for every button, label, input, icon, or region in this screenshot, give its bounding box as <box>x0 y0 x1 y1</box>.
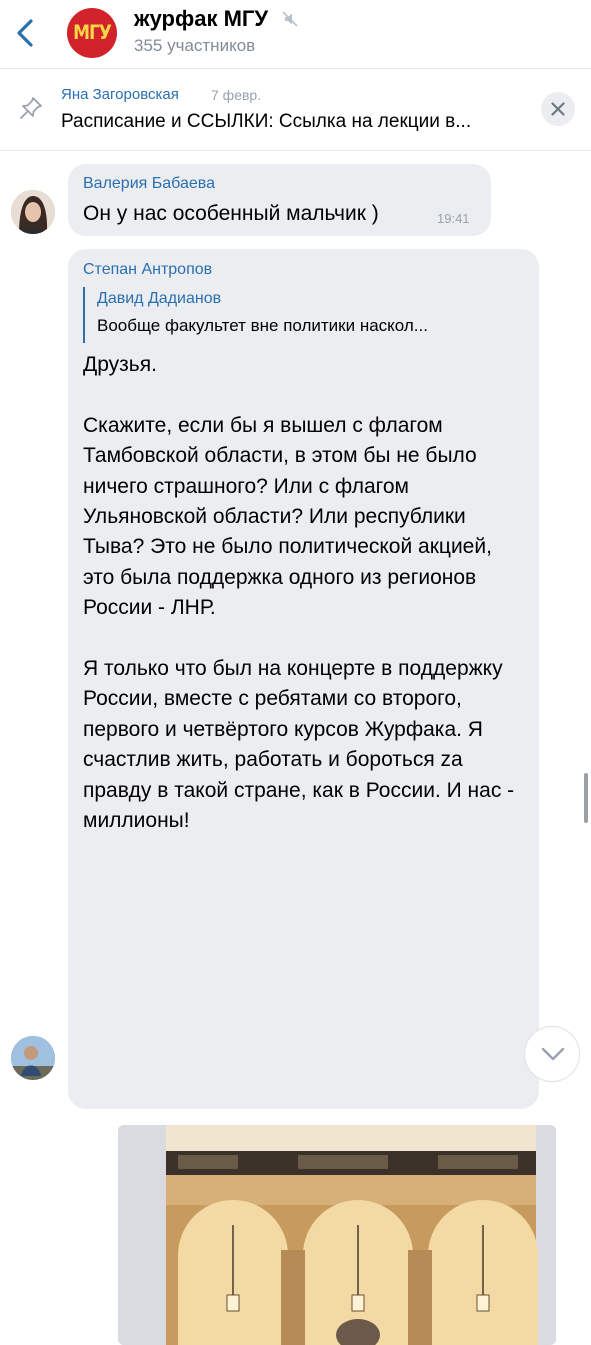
pinned-message-bar[interactable]: Яна Загоровская 7 февр. Расписание и ССЫ… <box>0 69 591 151</box>
chevron-down-icon <box>541 1047 565 1061</box>
pinned-date: 7 февр. <box>211 87 262 103</box>
avatar-photo <box>11 1036 55 1080</box>
pinned-close-button[interactable] <box>541 92 575 126</box>
avatar[interactable] <box>11 1036 55 1080</box>
message-paragraph: Скажите, если бы я вышел с флагом Тамбов… <box>83 413 492 620</box>
message-paragraph: Я только что был на концерте в поддержку… <box>83 657 515 833</box>
avatar-photo <box>11 190 55 234</box>
chat-avatar[interactable]: МГУ <box>67 8 117 58</box>
pinned-author: Яна Загоровская <box>61 86 179 103</box>
chat-header: МГУ журфак МГУ 355 участников <box>0 0 591 69</box>
pinned-text: Расписание и ССЫЛКИ: Ссылка на лекции в.… <box>61 111 472 132</box>
pin-icon <box>20 97 42 119</box>
photo-attachment[interactable] <box>118 1125 556 1345</box>
scrollbar-handle[interactable] <box>584 773 588 823</box>
reply-text: Вообще факультет вне политики наскол... <box>97 316 428 335</box>
chat-avatar-logo: МГУ <box>73 21 112 45</box>
reply-author: Давид Дадианов <box>97 290 222 307</box>
message-bubble[interactable]: Валерия Бабаева Он у нас особенный мальч… <box>68 164 491 236</box>
message-text: Он у нас особенный мальчик ) <box>83 202 379 225</box>
muted-icon <box>282 11 298 27</box>
message-text: Друзья. Скажите, если бы я вышел с флаго… <box>83 350 523 836</box>
avatar[interactable] <box>11 190 55 234</box>
chat-title[interactable]: журфак МГУ <box>134 6 268 32</box>
reply-quote[interactable]: Давид Дадианов Вообще факультет вне поли… <box>83 287 515 343</box>
message-author[interactable]: Валерия Бабаева <box>83 175 215 193</box>
message-paragraph: Друзья. <box>83 353 157 376</box>
chevron-left-icon[interactable] <box>12 16 38 50</box>
message-bubble[interactable]: Степан Антропов Давид Дадианов Вообще фа… <box>68 249 556 1345</box>
photo-attachment-image <box>118 1125 556 1345</box>
message-time: 19:41 <box>437 211 470 226</box>
close-icon <box>551 102 565 116</box>
message-author[interactable]: Степан Антропов <box>83 261 212 279</box>
chat-members-count: 355 участников <box>134 36 256 55</box>
scroll-down-button[interactable] <box>524 1026 580 1082</box>
